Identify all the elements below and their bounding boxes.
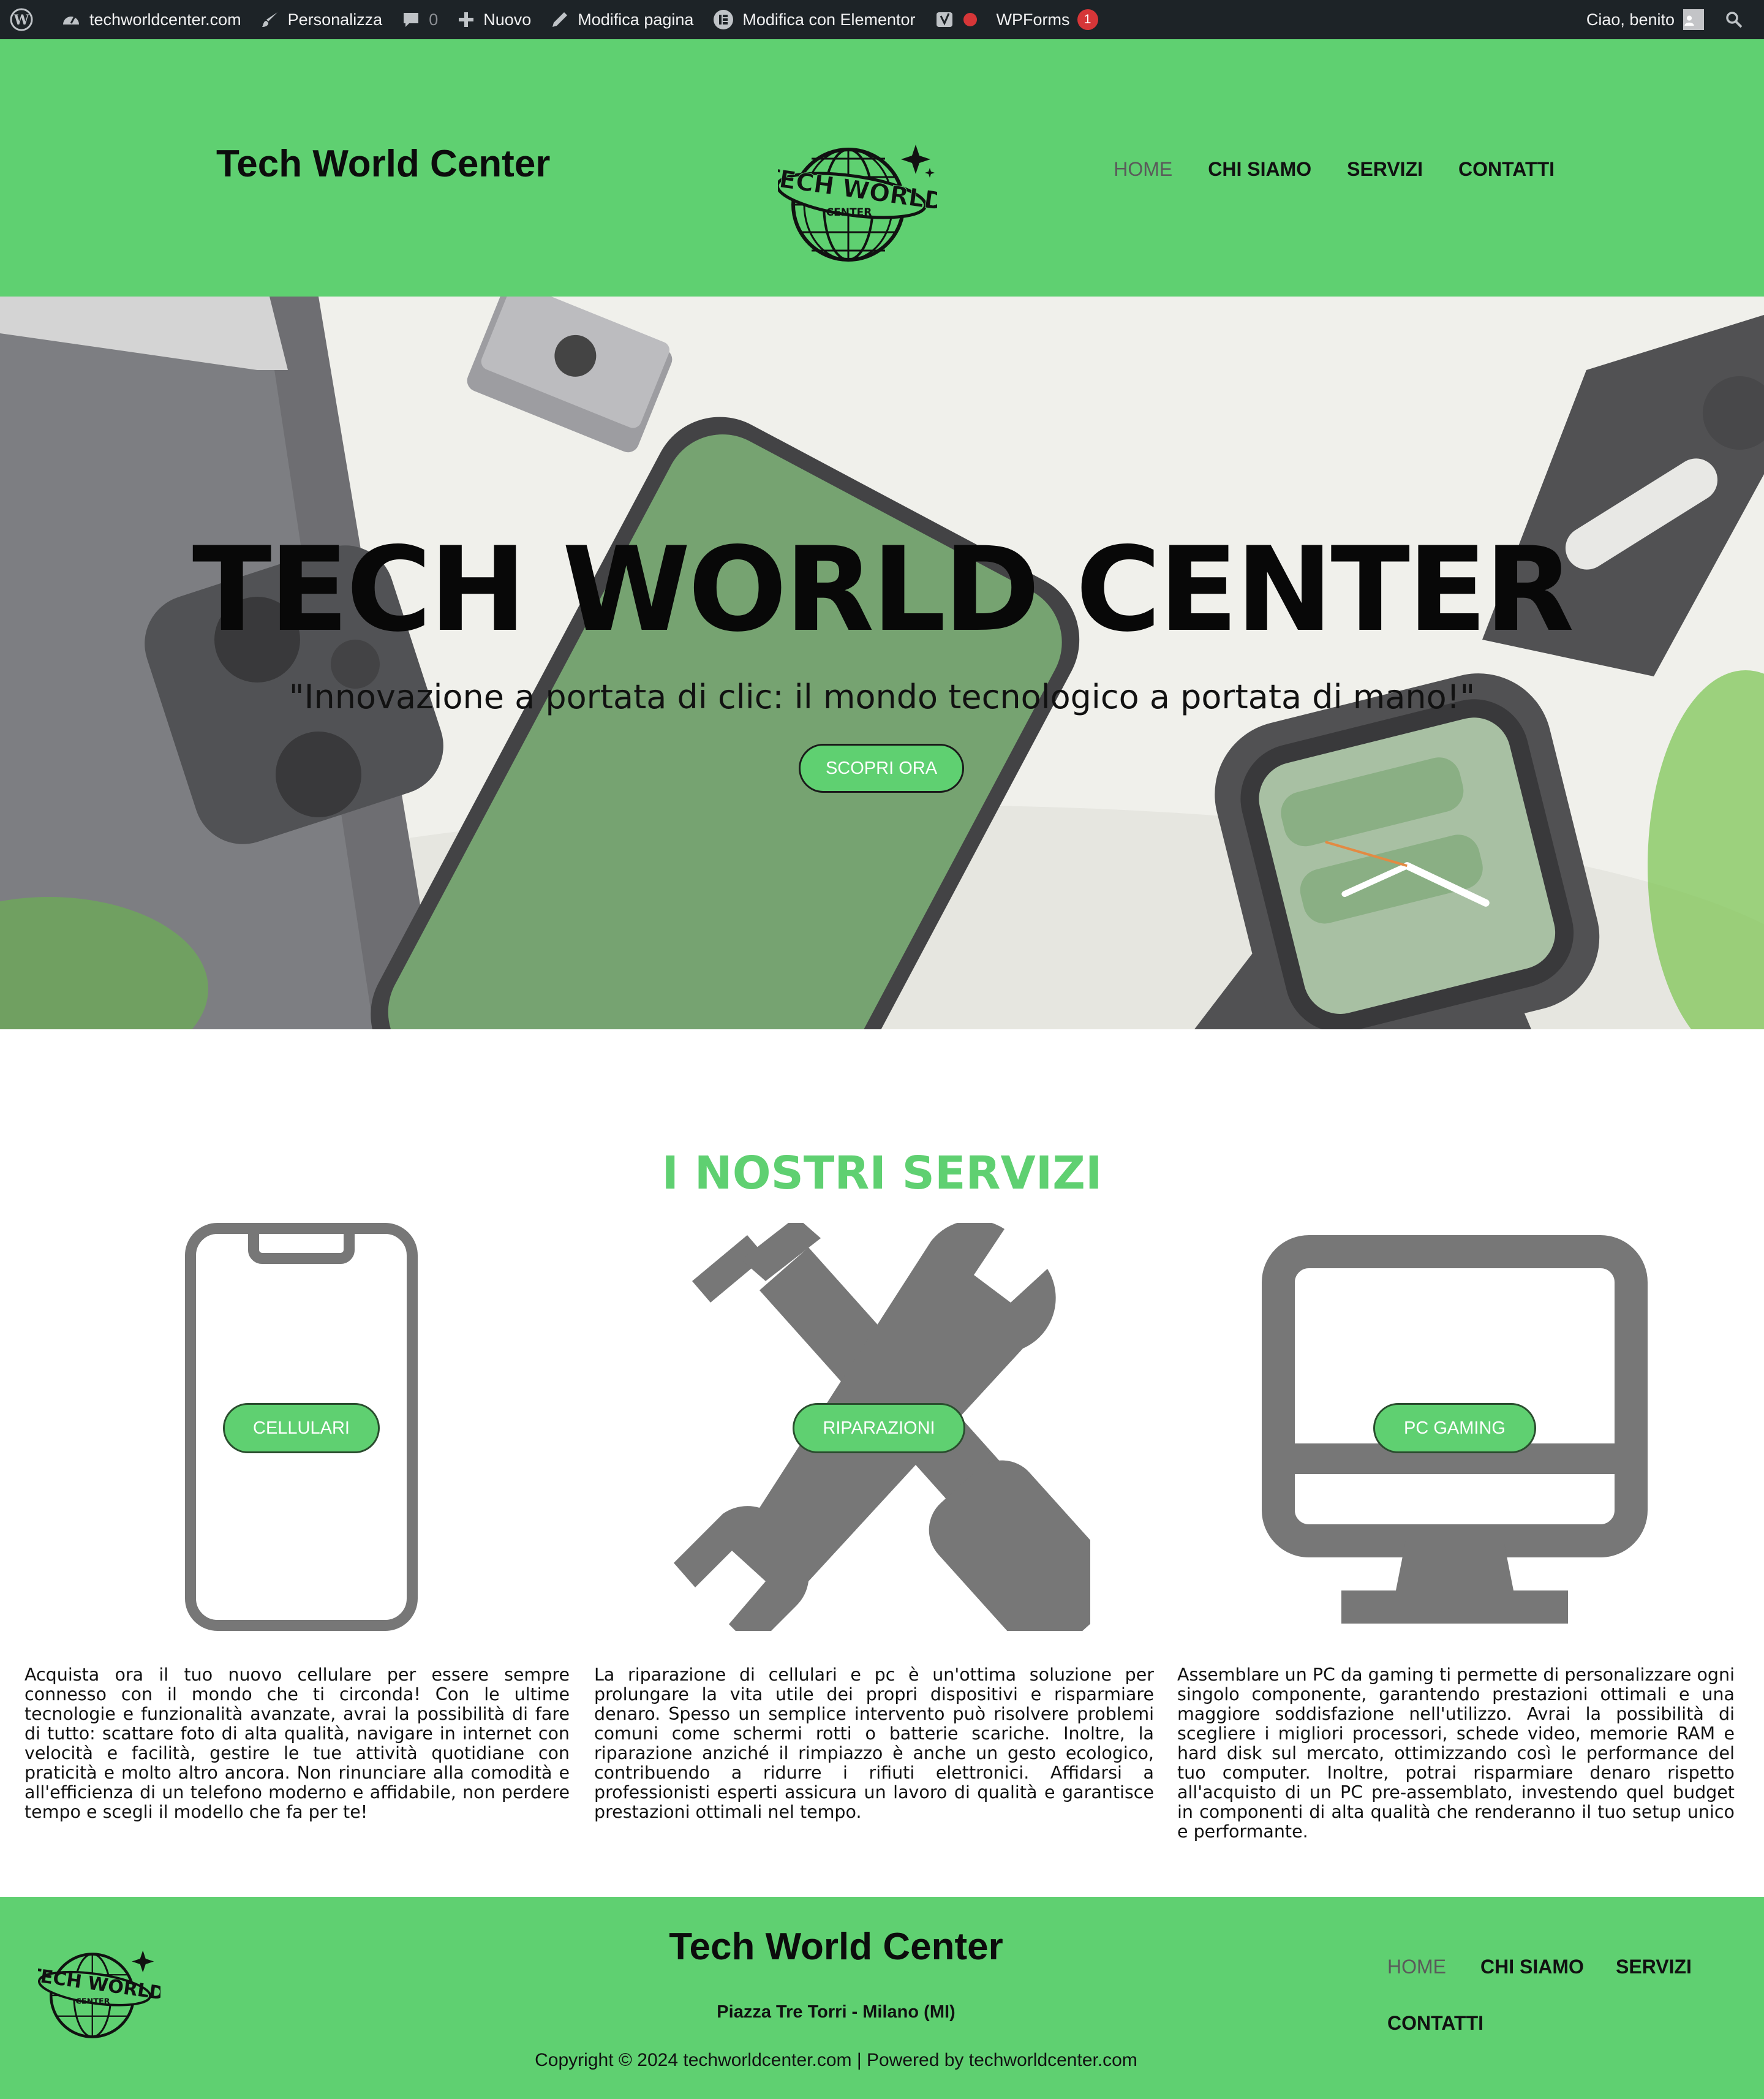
yoast-icon xyxy=(936,12,952,27)
site-logo[interactable]: TECH WORLD CENTER xyxy=(778,143,937,266)
admin-wpforms-link[interactable]: WPForms 1 xyxy=(987,0,1108,39)
admin-yoast-link[interactable] xyxy=(925,0,987,39)
svg-text:CENTER: CENTER xyxy=(826,206,872,219)
wordpress-logo-menu[interactable]: W xyxy=(0,0,51,39)
hero-section: TECH WORLD CENTER "Innovazione a portata… xyxy=(0,297,1764,1029)
service-description-riparazioni: La riparazione di cellulari e pc è un'ot… xyxy=(594,1665,1154,1822)
yoast-status-dot xyxy=(963,13,977,26)
footer-nav-contatti[interactable]: CONTATTI xyxy=(1387,2012,1483,2035)
comment-icon xyxy=(404,13,419,27)
site-footer: TECH WORLD CENTER Tech World Center Piaz… xyxy=(0,1897,1764,2099)
hero-background-devices xyxy=(0,297,1764,1029)
main-nav: HOME CHI SIAMO SERVIZI CONTATTI xyxy=(1114,158,1555,181)
site-title[interactable]: Tech World Center xyxy=(216,142,550,186)
admin-new-link[interactable]: Nuovo xyxy=(448,0,541,39)
admin-search-button[interactable] xyxy=(1715,0,1764,39)
nav-chi-siamo[interactable]: CHI SIAMO xyxy=(1208,158,1311,181)
admin-account-menu[interactable]: Ciao, benito xyxy=(1577,0,1715,39)
wordpress-icon: W xyxy=(10,8,33,31)
service-description-cellulari: Acquista ora il tuo nuovo cellulare per … xyxy=(24,1665,570,1822)
elementor-icon xyxy=(714,10,734,29)
dashboard-icon xyxy=(63,16,79,25)
footer-nav-home[interactable]: HOME xyxy=(1387,1956,1446,1978)
discover-now-button[interactable]: SCOPRI ORA xyxy=(799,744,964,793)
nav-contatti[interactable]: CONTATTI xyxy=(1458,158,1555,181)
footer-nav-servizi[interactable]: SERVIZI xyxy=(1616,1956,1692,1978)
svg-text:W: W xyxy=(13,12,29,28)
admin-new-label: Nuovo xyxy=(483,10,532,29)
pencil-icon xyxy=(552,12,568,27)
admin-customize-label: Personalizza xyxy=(287,10,383,29)
admin-wpforms-label: WPForms xyxy=(996,10,1070,29)
services-heading: I NOSTRI SERVIZI xyxy=(662,1147,1102,1200)
admin-greeting: Ciao, benito xyxy=(1586,10,1675,29)
search-icon xyxy=(1726,12,1743,28)
admin-comments-count: 0 xyxy=(429,10,439,29)
admin-comments-link[interactable]: 0 xyxy=(392,0,448,39)
hero-title: TECH WORLD CENTER xyxy=(192,522,1574,657)
footer-nav-chi-siamo[interactable]: CHI SIAMO xyxy=(1480,1956,1584,1978)
site-header: Tech World Center TECH WORLD CENTER HOME… xyxy=(0,39,1764,297)
avatar xyxy=(1683,9,1704,30)
footer-copyright: Copyright © 2024 techworldcenter.com | P… xyxy=(535,2050,1137,2070)
service-button-riparazioni[interactable]: RIPARAZIONI xyxy=(793,1403,965,1453)
admin-site-link[interactable]: techworldcenter.com xyxy=(51,0,251,39)
admin-edit-page-link[interactable]: Modifica pagina xyxy=(541,0,703,39)
hero-subtitle: "Innovazione a portata di clic: il mondo… xyxy=(288,678,1476,716)
nav-servizi[interactable]: SERVIZI xyxy=(1347,158,1423,181)
brush-icon xyxy=(262,12,277,27)
admin-edit-page-label: Modifica pagina xyxy=(578,10,694,29)
admin-customize-link[interactable]: Personalizza xyxy=(251,0,393,39)
admin-bar: W techworldcenter.com Personalizza 0 Nuo… xyxy=(0,0,1764,39)
admin-elementor-label: Modifica con Elementor xyxy=(742,10,916,29)
service-description-pc-gaming: Assemblare un PC da gaming ti permette d… xyxy=(1177,1665,1735,1842)
nav-home[interactable]: HOME xyxy=(1114,158,1172,181)
admin-elementor-link[interactable]: Modifica con Elementor xyxy=(703,0,925,39)
admin-site-label: techworldcenter.com xyxy=(89,10,241,29)
service-button-pc-gaming[interactable]: PC GAMING xyxy=(1373,1403,1536,1453)
service-button-cellulari[interactable]: CELLULARI xyxy=(223,1403,380,1453)
plus-icon xyxy=(459,12,474,27)
wpforms-badge: 1 xyxy=(1077,9,1098,30)
